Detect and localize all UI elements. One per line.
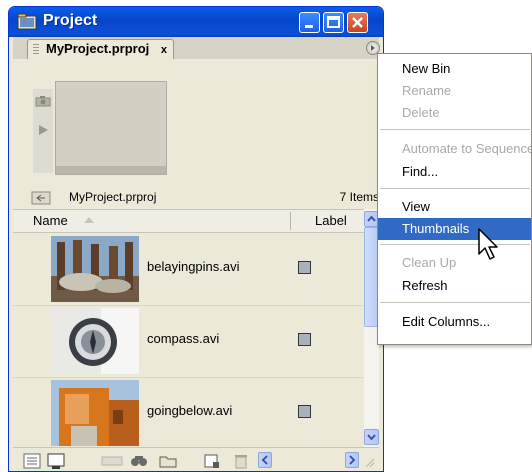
panel-tab-strip: MyProject.prproj x [13, 37, 380, 59]
bin-name: MyProject.prproj [69, 190, 157, 204]
chevron-right-icon [349, 455, 356, 465]
tab-close-icon[interactable]: x [161, 41, 167, 59]
clip-name: belayingpins.avi [147, 259, 240, 274]
preview-controls [33, 89, 53, 173]
clip-name: goingbelow.avi [147, 403, 233, 418]
menu-item-refresh[interactable]: Refresh [378, 275, 531, 297]
menu-separator [380, 244, 530, 245]
tab-myproject[interactable]: MyProject.prproj x [27, 39, 175, 59]
sort-ascending-icon [84, 217, 94, 223]
menu-item-delete[interactable]: Delete [378, 102, 531, 124]
column-divider[interactable] [290, 212, 291, 230]
tab-grip-icon[interactable] [33, 44, 39, 56]
trash-icon[interactable] [233, 452, 249, 470]
clip-name: compass.avi [147, 331, 220, 346]
clip-thumbnail-belayingpins [51, 236, 139, 302]
menu-separator [380, 302, 530, 303]
item-count: 7 Items [339, 190, 379, 204]
new-bin-icon[interactable] [159, 452, 177, 470]
label-swatch[interactable] [298, 261, 311, 274]
title-bar[interactable]: Project [9, 7, 383, 37]
new-item-icon[interactable] [203, 452, 221, 470]
table-row[interactable]: belayingpins.avi [13, 233, 364, 306]
menu-item-rename[interactable]: Rename [378, 80, 531, 102]
preview-area [13, 59, 379, 187]
menu-item-view[interactable]: View [378, 196, 531, 218]
clip-thumbnail-goingbelow [51, 380, 139, 446]
scroll-right-button[interactable] [345, 452, 359, 468]
menu-separator [380, 129, 530, 130]
play-icon[interactable] [36, 123, 50, 137]
maximize-icon [327, 16, 340, 28]
menu-item-automate-to-sequence[interactable]: Automate to Sequence... [378, 138, 531, 160]
icon-view-icon[interactable] [47, 452, 65, 470]
minimize-button[interactable] [299, 12, 320, 33]
menu-item-clean-up[interactable]: Clean Up [378, 252, 531, 274]
panel-context-menu: New Bin Rename Delete Automate to Sequen… [377, 53, 532, 345]
chevron-left-icon [261, 455, 268, 465]
bin-info-row: MyProject.prproj 7 Items [13, 187, 379, 209]
scroll-left-button[interactable] [258, 452, 272, 468]
column-header-label[interactable]: Label [315, 213, 347, 228]
column-headers: Name Label [13, 209, 364, 233]
table-row[interactable]: goingbelow.avi [13, 377, 364, 447]
minimize-icon [305, 25, 313, 28]
label-swatch[interactable] [298, 333, 311, 346]
tab-label: MyProject.prproj [46, 41, 150, 56]
window-title: Project [43, 12, 98, 29]
menu-separator [380, 188, 530, 189]
bottom-toolbar [13, 447, 379, 472]
chevron-down-icon [367, 434, 376, 441]
clip-list: belayingpins.avi compass.avi goingbelow.… [13, 233, 364, 447]
clip-thumbnail-compass [51, 308, 139, 374]
label-swatch[interactable] [298, 405, 311, 418]
list-view-icon[interactable] [23, 452, 41, 470]
scroll-down-button[interactable] [364, 429, 379, 445]
resize-grip-icon[interactable] [363, 456, 375, 472]
project-window-icon [17, 13, 37, 30]
parent-bin-icon[interactable] [31, 190, 51, 205]
close-button[interactable] [347, 12, 368, 33]
automate-to-sequence-icon[interactable] [101, 452, 123, 470]
preview-thumbnail [55, 81, 167, 175]
table-row[interactable]: compass.avi [13, 305, 364, 378]
menu-item-thumbnails[interactable]: Thumbnails [378, 218, 531, 240]
mouse-pointer-icon [478, 228, 498, 260]
camera-icon[interactable] [35, 95, 51, 107]
close-icon [352, 17, 363, 28]
maximize-button[interactable] [323, 12, 344, 33]
find-icon[interactable] [129, 452, 149, 470]
column-header-name[interactable]: Name [33, 213, 68, 228]
menu-item-new-bin[interactable]: New Bin [378, 58, 531, 80]
project-window: Project MyProject.prproj x MyProject.prp… [8, 6, 384, 472]
menu-item-find[interactable]: Find... [378, 161, 531, 183]
menu-item-edit-columns[interactable]: Edit Columns... [378, 311, 531, 333]
